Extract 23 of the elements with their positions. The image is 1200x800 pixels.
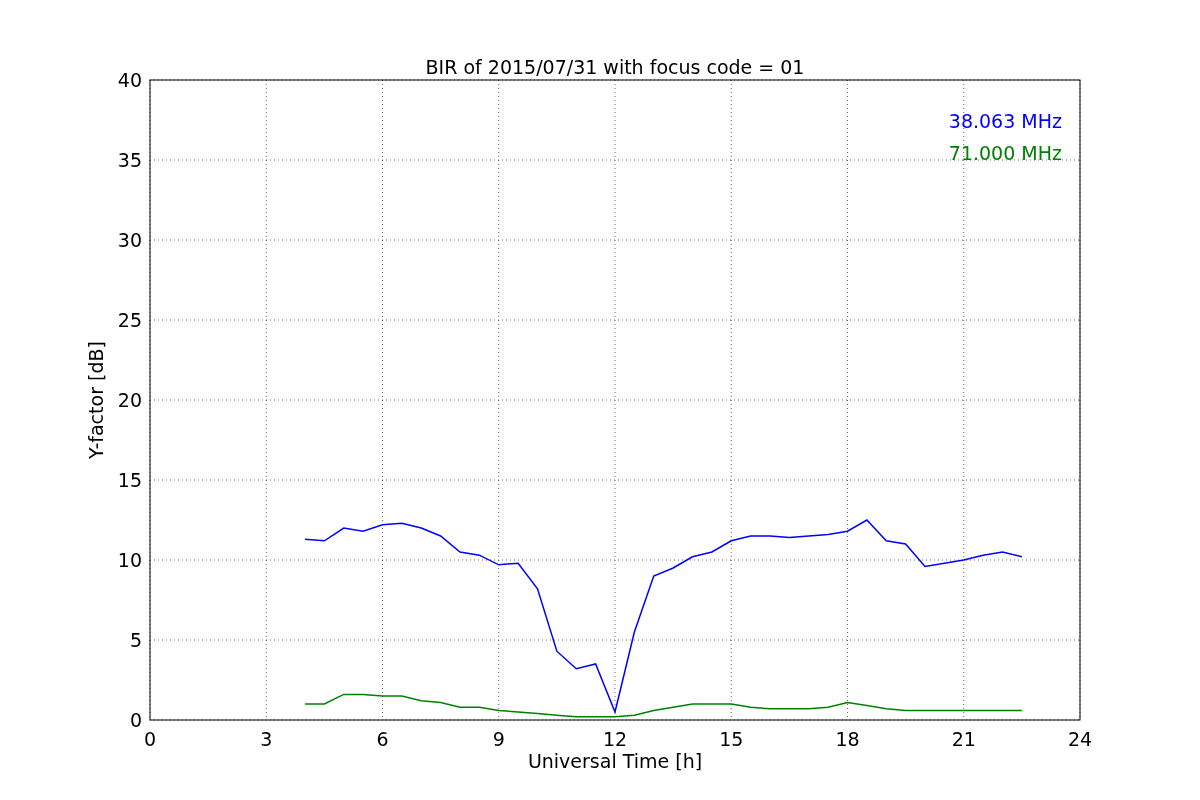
legend-label: 38.063 MHz — [948, 110, 1062, 132]
y-tick-label: 20 — [117, 389, 142, 411]
x-tick-label: 12 — [602, 728, 628, 750]
y-tick-label: 40 — [117, 69, 142, 91]
y-tick-label: 5 — [129, 629, 142, 651]
chart-title: BIR of 2015/07/31 with focus code = 01 — [425, 56, 805, 78]
x-tick-label: 6 — [376, 728, 389, 750]
x-tick-label: 9 — [492, 728, 505, 750]
x-axis-label: Universal Time [h] — [527, 750, 703, 772]
y-axis-label: Y-factor [dB] — [85, 341, 107, 459]
x-tick-label: 0 — [143, 728, 157, 750]
y-tick-label: 25 — [117, 309, 142, 331]
x-tick-label: 18 — [835, 728, 860, 750]
x-tick-label: 21 — [951, 728, 976, 750]
y-tick-label: 10 — [117, 549, 142, 571]
y-tick-label: 15 — [117, 469, 142, 491]
x-tick-label: 3 — [260, 728, 273, 750]
x-tick-label: 15 — [719, 728, 744, 750]
x-tick-label: 24 — [1067, 728, 1093, 750]
y-tick-label: 30 — [117, 229, 142, 251]
y-tick-label: 0 — [129, 709, 142, 731]
y-tick-label: 35 — [117, 149, 142, 171]
legend-label: 71.000 MHz — [948, 142, 1062, 164]
